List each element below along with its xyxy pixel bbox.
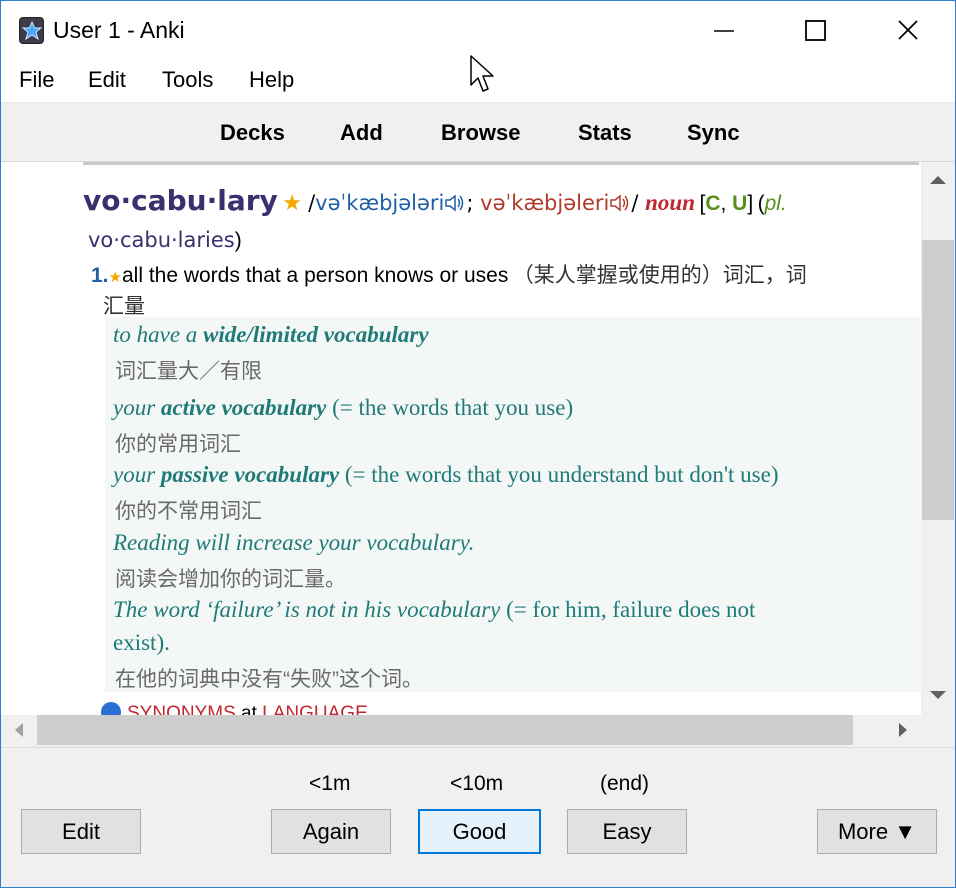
definition-chinese: （某人掌握或使用的）词汇，词 [512,264,807,287]
main-toolbar: Decks Add Browse Stats Sync [1,102,955,162]
scroll-right-arrow-icon[interactable] [899,723,907,737]
pron-separator: ; [466,191,481,215]
pronunciation-british: vəˈkæbjələri [315,191,445,215]
sense-number: 1. [91,264,109,287]
toolbar-decks[interactable]: Decks [220,120,285,146]
example-5-chinese: 在他的词典中没有“失败”这个词。 [115,668,423,691]
horizontal-scrollbar[interactable] [1,715,921,747]
synonyms-at: at [235,703,263,715]
menu-edit[interactable]: Edit [88,67,126,93]
scroll-down-arrow-icon[interactable] [930,691,946,699]
plural-line: vo·cabu·laries) [88,228,242,253]
sense-line: 1.★all the words that a person knows or … [91,259,807,289]
reviewer-content: vo·cabu·lary ★ / vəˈkæbjələri; vəˈkæbjəle… [1,162,955,747]
example-2: your active vocabulary (= the words that… [113,395,574,420]
card-divider [83,162,919,165]
example-1-chinese: 词汇量大／有限 [115,360,262,383]
card-view[interactable]: vo·cabu·lary ★ / vəˈkæbjələri; vəˈkæbjəle… [1,162,921,715]
review-bar: <1m <10m (end) Edit Again Good Easy More… [1,747,955,887]
synonyms-target: LANGUAGE [262,703,368,715]
star-icon: ★ [108,269,122,286]
headword-line: vo·cabu·lary ★ / vəˈkæbjələri; vəˈkæbjəle… [83,184,787,217]
interval-good: <10m [450,772,504,795]
example-5-cont: exist). [113,630,170,655]
example-2-chinese: 你的常用词汇 [115,433,241,456]
scroll-up-arrow-icon[interactable] [930,176,946,184]
part-of-speech: noun [645,190,696,215]
vertical-scroll-thumb[interactable] [922,240,954,520]
minimize-icon [714,30,734,32]
example-3: your passive vocabulary (= the words tha… [113,462,779,487]
toolbar-browse[interactable]: Browse [441,120,520,146]
pronunciation-american: vəˈkæbjəleri [480,191,610,215]
headword: vo·cabu·lary [83,184,278,217]
horizontal-scroll-thumb[interactable] [37,715,853,745]
speaker-icon[interactable] [609,193,631,213]
example-4: Reading will increase your vocabulary. [113,530,475,555]
star-icon: ★ [282,190,309,215]
plural-label: pl. [764,192,787,215]
close-button[interactable] [885,11,931,51]
menu-file[interactable]: File [19,67,54,93]
maximize-button[interactable] [793,11,839,51]
synonyms-label: SYNONYMS [127,703,236,715]
toolbar-sync[interactable]: Sync [687,120,740,146]
example-4-chinese: 阅读会增加你的词汇量。 [115,568,346,591]
again-button[interactable]: Again [271,809,391,854]
definition: all the words that a person knows or use… [121,264,509,287]
synonyms-link[interactable]: SYNONYMS at LANGUAGE [101,702,368,715]
scroll-corner [921,715,955,747]
plural-form: vo·cabu·laries [88,228,235,252]
minimize-button[interactable] [701,11,747,51]
anki-app-icon [19,17,44,44]
examples-block: to have a wide/limited vocabulary 词汇量大／有… [105,317,921,692]
more-button[interactable]: More ▼ [817,809,937,854]
arrow-circle-icon [101,702,121,715]
example-5: The word ‘failure’ is not in his vocabul… [113,597,756,622]
toolbar-stats[interactable]: Stats [578,120,632,146]
plural-open-paren: ( [757,192,765,215]
window-title: User 1 - Anki [53,17,185,43]
mouse-cursor-icon [470,55,494,92]
title-bar[interactable]: User 1 - Anki [1,1,955,61]
example-1: to have a wide/limited vocabulary [113,322,429,347]
example-3-chinese: 你的不常用词汇 [115,500,262,523]
scroll-left-arrow-icon[interactable] [15,723,23,737]
grammar-code: [C, U] [699,192,754,215]
sense-line-2: 汇量 [103,290,145,320]
maximize-icon [805,20,826,41]
pron-close-slash: / [631,191,646,215]
good-button[interactable]: Good [418,809,541,854]
edit-button[interactable]: Edit [21,809,141,854]
menu-tools[interactable]: Tools [162,67,213,93]
interval-again: <1m [309,772,351,795]
vertical-scrollbar[interactable] [921,162,955,715]
close-icon [898,20,918,40]
definition-chinese-cont: 汇量 [103,295,145,318]
plural-close-paren: ) [234,229,242,252]
speaker-icon[interactable] [444,193,466,213]
interval-easy: (end) [600,772,650,795]
easy-button[interactable]: Easy [567,809,687,854]
menu-help[interactable]: Help [249,67,294,93]
anki-window: User 1 - Anki File Edit Tools Help Decks… [0,0,956,888]
toolbar-add[interactable]: Add [340,120,383,146]
